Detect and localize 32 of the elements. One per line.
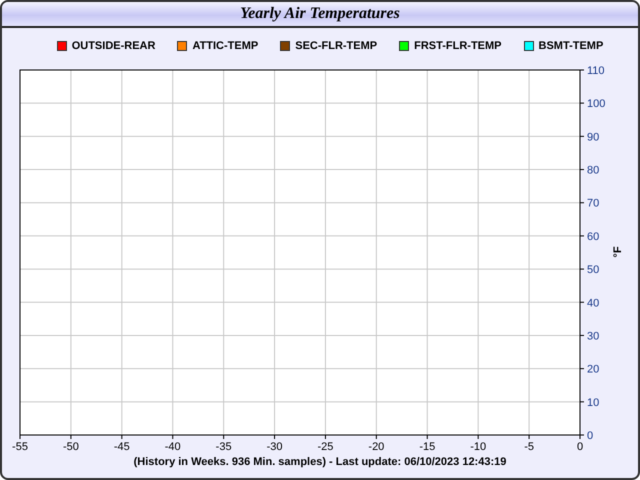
legend-label: BSMT-TEMP xyxy=(538,40,604,52)
y-tick-label: 110 xyxy=(587,65,605,77)
y-tick-label: 60 xyxy=(587,230,600,243)
legend-label: OUTSIDE-REAR xyxy=(72,40,156,52)
y-axis-label: °F xyxy=(612,246,624,258)
y-tick-label: 40 xyxy=(587,297,600,310)
chart-title: Yearly Air Temperatures xyxy=(240,5,400,23)
x-tick-label: -50 xyxy=(62,441,79,453)
y-tick-label: 90 xyxy=(587,131,600,144)
y-tick-label: 0 xyxy=(587,430,594,442)
y-tick-label: 70 xyxy=(587,198,600,210)
x-tick-label: 0 xyxy=(576,441,584,453)
x-tick-label: -35 xyxy=(216,441,232,453)
x-tick-label: -45 xyxy=(114,441,130,453)
x-axis-label: (History in Weeks. 936 Min. samples) - Last update: 06/10/2023 12:43:19 xyxy=(134,456,506,468)
x-tick-label: -10 xyxy=(470,441,486,453)
y-tick-label: 100 xyxy=(587,98,606,110)
x-tick-label: -30 xyxy=(266,441,282,453)
x-tick-label: -20 xyxy=(368,441,384,453)
legend-label: FRST-FLR-TEMP xyxy=(414,40,502,52)
y-tick-label: 20 xyxy=(587,364,600,376)
x-tick-label: -25 xyxy=(318,441,334,453)
x-tick-label: -40 xyxy=(164,441,181,453)
y-tick-label: 10 xyxy=(587,396,600,409)
x-tick-label: -15 xyxy=(419,441,436,453)
legend-label: SEC-FLR-TEMP xyxy=(295,40,378,52)
x-tick-label: -55 xyxy=(12,441,28,453)
y-tick-label: 30 xyxy=(587,330,600,342)
y-tick-label: 50 xyxy=(587,264,600,276)
x-tick-label: -5 xyxy=(524,441,534,453)
y-tick-label: 80 xyxy=(587,164,600,177)
legend-label: ATTIC-TEMP xyxy=(192,40,258,52)
